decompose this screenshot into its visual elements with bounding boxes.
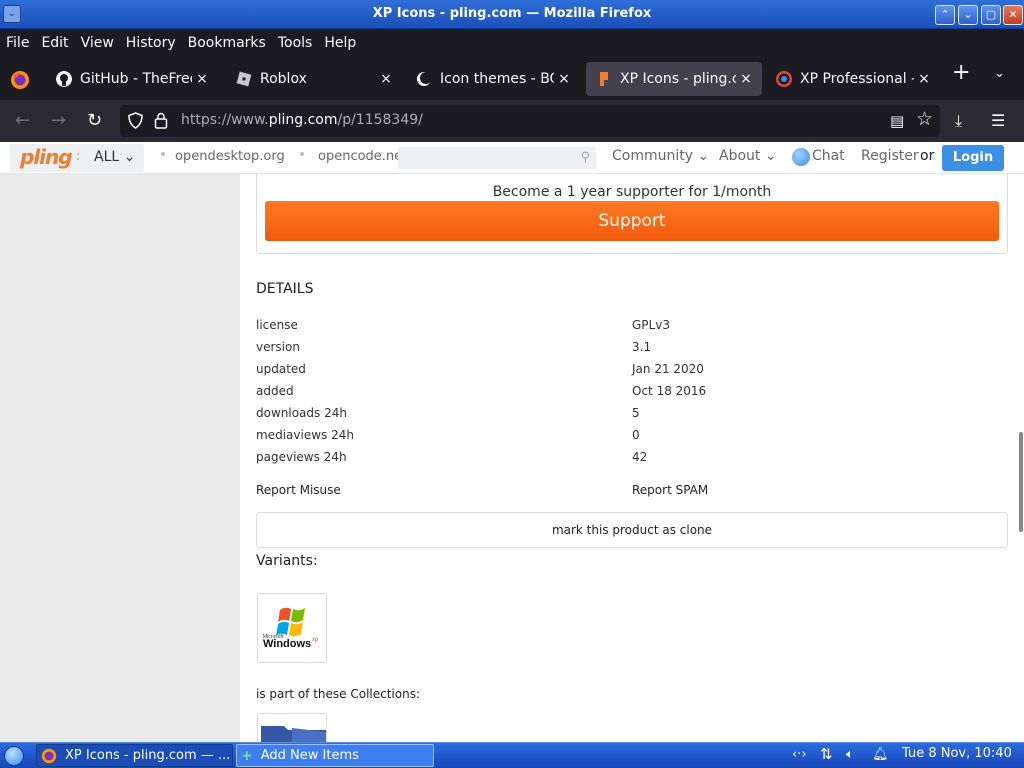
- search-icon[interactable]: ⚲: [580, 150, 590, 165]
- close-tab-icon[interactable]: ×: [376, 71, 396, 87]
- plus-icon: +: [241, 747, 253, 764]
- github-icon: [56, 71, 72, 87]
- window-title: XP Icons - pling.com — Mozilla Firefox: [372, 6, 652, 21]
- opencode-link[interactable]: opencode.ne: [318, 149, 402, 164]
- tab-roblox[interactable]: Roblox ×: [226, 62, 402, 96]
- variants-heading: Variants:: [256, 553, 318, 569]
- maximize-button[interactable]: ▢: [981, 5, 1001, 25]
- close-button[interactable]: ✕: [1003, 5, 1023, 25]
- address-bar[interactable]: https://www.pling.com/p/1158349/ ▤ ☆: [120, 105, 940, 137]
- login-button[interactable]: Login: [942, 145, 1004, 171]
- hamburger-menu-icon[interactable]: ☰: [991, 111, 1005, 130]
- menu-history[interactable]: History: [126, 35, 182, 51]
- or-text: or: [920, 148, 935, 164]
- site-header: pling : ALL ⌄ opendesktop.org opencode.n…: [0, 142, 1024, 174]
- taskbar-item-add-new-items[interactable]: + Add New Items: [236, 744, 434, 767]
- close-icon: ✕: [1008, 8, 1018, 21]
- minimize-button[interactable]: ⌃: [935, 5, 955, 25]
- report-misuse-link[interactable]: Report Misuse: [256, 483, 341, 497]
- tab-bar: GitHub - TheFreeP × Roblox × Icon themes…: [0, 56, 1024, 100]
- maximize-icon: ▢: [985, 8, 997, 21]
- moon-icon: [417, 72, 432, 86]
- menu-edit[interactable]: Edit: [41, 35, 74, 51]
- restore-icon: ⌄: [963, 8, 973, 21]
- report-spam-link[interactable]: Report SPAM: [632, 483, 708, 497]
- menu-file[interactable]: File: [6, 35, 35, 51]
- back-arrow-icon[interactable]: ←: [15, 110, 30, 131]
- site-logo-area: pling : ALL ⌄: [10, 144, 144, 172]
- windows-xp-logo-icon: Microsoft Windows xp: [263, 607, 319, 650]
- menu-help[interactable]: Help: [324, 35, 362, 51]
- reload-icon[interactable]: ↻: [87, 110, 102, 131]
- restore-button[interactable]: ⌄: [958, 5, 978, 25]
- start-menu-icon[interactable]: [4, 746, 24, 766]
- site-search-input[interactable]: ⚲: [398, 147, 596, 169]
- minimize-icon: ⌃: [940, 8, 950, 21]
- separator-dot: [300, 152, 304, 156]
- url-text[interactable]: https://www.pling.com/p/1158349/: [181, 112, 423, 128]
- bookmark-star-icon[interactable]: ☆: [916, 108, 933, 130]
- tab-github[interactable]: GitHub - TheFreeP ×: [46, 62, 218, 96]
- close-tab-icon[interactable]: ×: [554, 71, 574, 87]
- transfer-icon[interactable]: ⇅: [820, 745, 833, 763]
- support-panel: Become a 1 year supporter for 1/month Su…: [256, 164, 1008, 254]
- page-scrollbar[interactable]: [1019, 432, 1023, 532]
- opendesktop-icon: [776, 71, 792, 87]
- svg-text:Windows: Windows: [263, 638, 311, 650]
- about-dropdown[interactable]: About ⌄: [719, 148, 777, 164]
- tab-xp-professional[interactable]: XP Professional - O ×: [766, 62, 940, 96]
- left-sidebar: [0, 174, 240, 742]
- volume-icon[interactable]: 🔈︎: [846, 747, 854, 762]
- menu-view[interactable]: View: [81, 35, 120, 51]
- menu-tools[interactable]: Tools: [278, 35, 319, 51]
- lock-icon[interactable]: [154, 112, 168, 129]
- close-tab-icon[interactable]: ×: [914, 71, 934, 87]
- pling-icon: [600, 72, 608, 86]
- separator-dot: [161, 152, 165, 156]
- pling-logo[interactable]: pling: [20, 145, 73, 169]
- chat-icon[interactable]: [792, 148, 810, 166]
- close-tab-icon[interactable]: ×: [192, 71, 212, 87]
- taskbar: XP Icons - pling.com — ... + Add New Ite…: [0, 742, 1024, 768]
- folder-icon: [261, 726, 326, 742]
- taskbar-item-firefox[interactable]: XP Icons - pling.com — ...: [36, 744, 233, 767]
- all-dropdown[interactable]: ALL ⌄: [94, 149, 135, 165]
- community-dropdown[interactable]: Community ⌄: [612, 148, 709, 164]
- tracking-shield-icon[interactable]: [128, 112, 143, 129]
- forward-arrow-icon[interactable]: →: [51, 110, 66, 131]
- opendesktop-link[interactable]: opendesktop.org: [175, 149, 285, 164]
- firefox-icon: [41, 748, 57, 763]
- clock[interactable]: Tue 8 Nov, 10:40: [902, 746, 1012, 761]
- svg-text:xp: xp: [311, 637, 319, 643]
- main-content: Become a 1 year supporter for 1/month Su…: [240, 142, 1024, 742]
- reader-view-icon[interactable]: ▤: [890, 112, 904, 130]
- details-heading: DETAILS: [256, 281, 314, 297]
- web-page: Become a 1 year supporter for 1/month Su…: [0, 142, 1024, 742]
- collections-heading: is part of these Collections:: [256, 687, 420, 701]
- downloads-icon[interactable]: ⤓: [955, 111, 962, 131]
- support-button[interactable]: Support: [265, 201, 999, 241]
- roblox-icon: [236, 71, 252, 87]
- navigation-bar: ← → ↻ https://www.pling.com/p/1158349/ ▤…: [0, 100, 1024, 142]
- menu-bookmarks[interactable]: Bookmarks: [188, 35, 272, 51]
- new-tab-button[interactable]: +: [952, 60, 970, 85]
- supporter-text: Become a 1 year supporter for 1/month: [492, 184, 772, 200]
- list-all-tabs-button[interactable]: ⌄: [994, 66, 1005, 81]
- collection-thumbnail[interactable]: [257, 713, 327, 742]
- variant-thumbnail[interactable]: Microsoft Windows xp: [257, 593, 327, 663]
- close-tab-icon[interactable]: ×: [736, 71, 756, 87]
- chat-link[interactable]: Chat: [812, 148, 845, 164]
- title-bar: ⌄ XP Icons - pling.com — Mozilla Firefox…: [0, 0, 1024, 29]
- menu-bar: File Edit View History Bookmarks Tools H…: [0, 29, 1024, 56]
- register-link[interactable]: Register: [861, 148, 919, 164]
- tab-icon-themes[interactable]: Icon themes - BOO ×: [406, 62, 580, 96]
- firefox-view-icon[interactable]: [10, 70, 30, 90]
- tab-xp-icons[interactable]: XP Icons - pling.co ×: [586, 62, 762, 96]
- network-icon[interactable]: ‹·›: [792, 747, 807, 762]
- mark-as-clone-button[interactable]: mark this product as clone: [256, 512, 1008, 548]
- firefox-window: ⌄ XP Icons - pling.com — Mozilla Firefox…: [0, 0, 1024, 768]
- notification-bell-icon[interactable]: 🔔︎: [872, 747, 889, 762]
